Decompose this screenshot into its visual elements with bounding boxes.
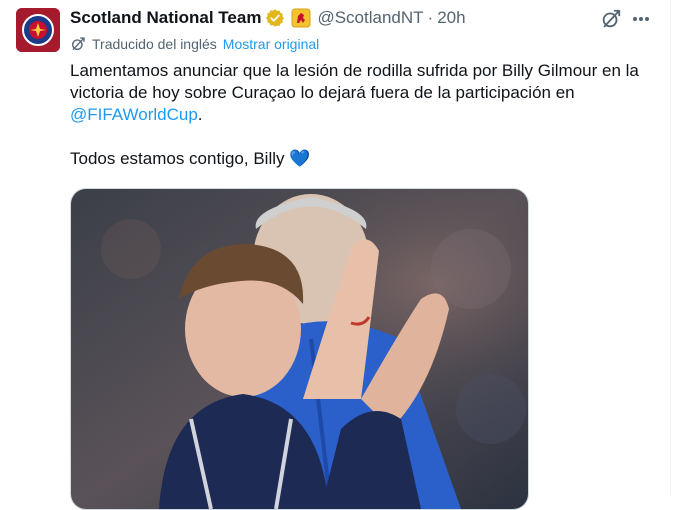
translate-icon	[72, 37, 85, 50]
gold-verified-badge-icon[interactable]	[265, 8, 285, 28]
timestamp[interactable]: 20h	[437, 8, 465, 28]
translation-notice: Traducido del inglés Mostrar original	[70, 36, 319, 52]
lion-rampant-affiliate-icon[interactable]	[291, 8, 311, 28]
tweet-paragraph-2: Todos estamos contigo, Billy 💙	[70, 148, 660, 170]
tweet-text-period: .	[197, 105, 203, 124]
timeline-divider	[670, 0, 671, 496]
fifaworldcup-mention-link[interactable]: @FIFAWorldCup	[70, 105, 198, 124]
avatar[interactable]	[16, 8, 60, 52]
show-original-link[interactable]: Mostrar original	[223, 36, 319, 52]
translation-label: Traducido del inglés	[92, 36, 217, 52]
tweet-text-line2: Todos estamos contigo, Billy	[70, 149, 290, 168]
tweet-body: Lamentamos anunciar que la lesión de rod…	[70, 60, 660, 170]
tweet-text-line1: Lamentamos anunciar que la lesión de rod…	[70, 61, 639, 102]
grok-icon[interactable]	[600, 8, 622, 30]
more-options-icon[interactable]	[628, 6, 654, 32]
user-handle[interactable]: @ScotlandNT	[317, 8, 423, 28]
scotland-crest-icon	[16, 8, 60, 52]
tweet-paragraph-1: Lamentamos anunciar que la lesión de rod…	[70, 60, 660, 126]
display-name[interactable]: Scotland National Team	[70, 8, 261, 28]
blue-heart-icon: 💙	[289, 149, 311, 168]
tweet-header: Scotland National Team @ScotlandNT · 20h	[70, 6, 466, 30]
separator-dot: ·	[427, 8, 434, 27]
tweet-photo[interactable]	[70, 188, 529, 510]
player-applauding-photo	[71, 189, 528, 509]
